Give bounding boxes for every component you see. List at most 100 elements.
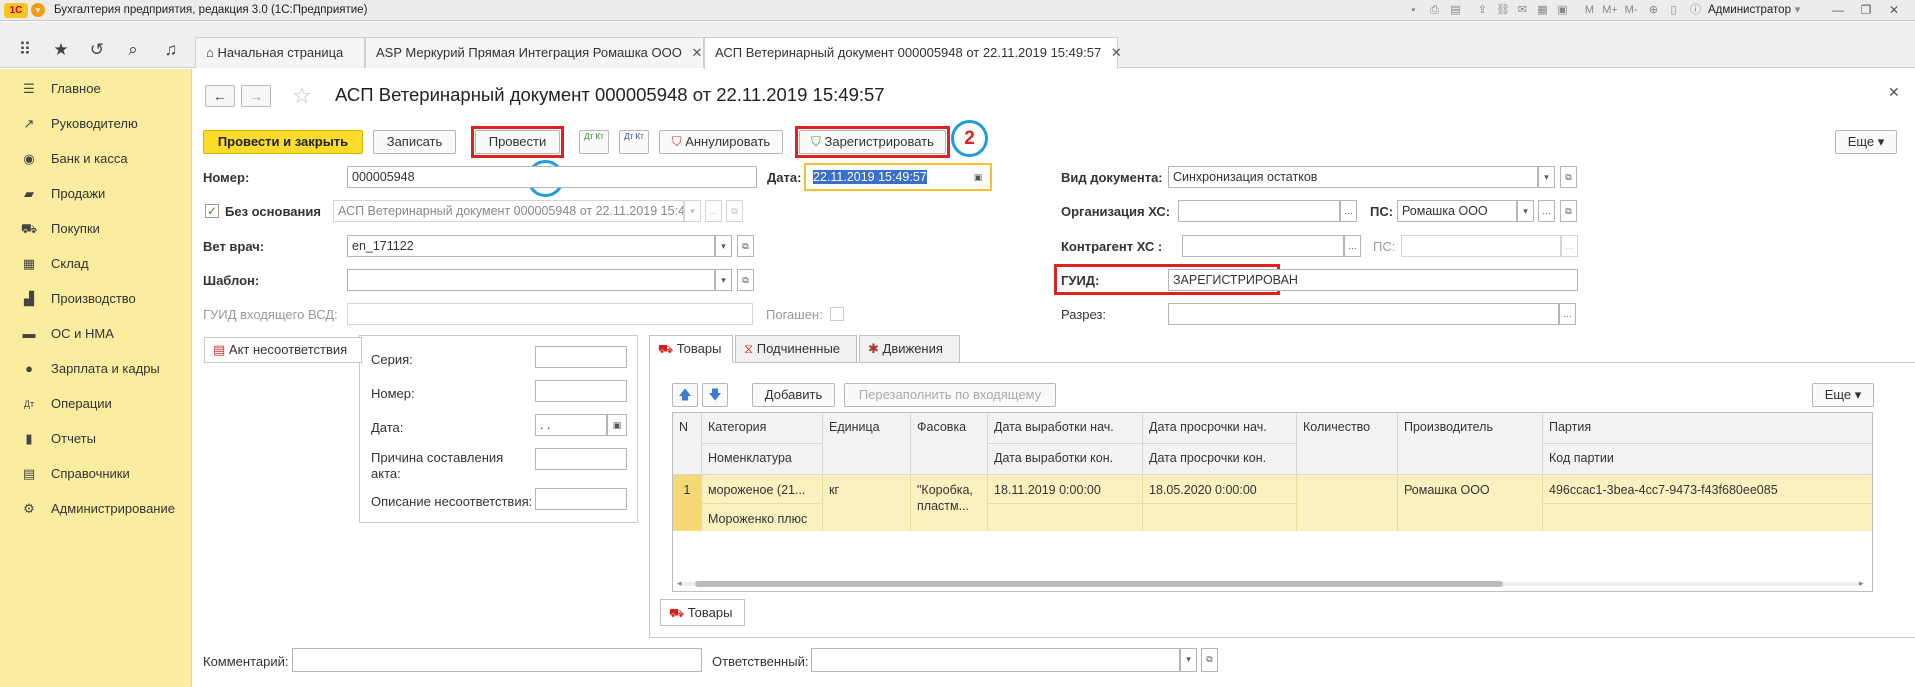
- zoom-icon[interactable]: ⊕: [1647, 4, 1660, 17]
- sidebar-item-sales[interactable]: ▰ Продажи: [0, 177, 192, 212]
- search-icon[interactable]: ⌕: [122, 39, 144, 61]
- calendar-icon[interactable]: ▣: [968, 166, 988, 188]
- scroll-left-icon[interactable]: ◂: [677, 578, 682, 589]
- add-button[interactable]: Добавить: [752, 383, 835, 407]
- info-icon[interactable]: ⓘ: [1689, 4, 1702, 17]
- notifications-bell-icon[interactable]: ♫: [160, 39, 182, 61]
- doc-type-dropdown-icon[interactable]: ▾: [1538, 166, 1555, 188]
- sidebar-item-operations[interactable]: Дт Операции: [0, 387, 192, 422]
- tab-home[interactable]: ⌂ Начальная страница: [195, 37, 365, 68]
- sidebar-item-directories[interactable]: ▤ Справочники: [0, 457, 192, 492]
- annul-button[interactable]: ⛉ Аннулировать: [659, 130, 783, 154]
- comment-field[interactable]: [292, 648, 702, 672]
- template-dropdown-icon[interactable]: ▾: [715, 269, 732, 291]
- org-select-icon[interactable]: …: [1340, 200, 1357, 222]
- preview-icon[interactable]: ▤: [1449, 4, 1462, 17]
- post-and-close-button[interactable]: Провести и закрыть: [203, 130, 363, 154]
- tab-mercury-integration[interactable]: ASP Меркурий Прямая Интеграция Ромашка О…: [365, 37, 704, 68]
- column-header-quantity[interactable]: Количество: [1297, 413, 1398, 475]
- more-button[interactable]: Еще ▾: [1835, 130, 1897, 154]
- ps-open-icon[interactable]: ⧉: [1560, 200, 1577, 222]
- act-panel-header[interactable]: ▤ Акт несоответствия: [204, 337, 362, 363]
- sidebar-item-payroll[interactable]: ● Зарплата и кадры: [0, 352, 192, 387]
- column-header-unit[interactable]: Единица: [823, 413, 911, 475]
- table-cell-nomenclature[interactable]: Мороженко плюс: [702, 503, 823, 531]
- favorites-star-icon[interactable]: ★: [50, 39, 72, 61]
- guid-field[interactable]: ЗАРЕГИСТРИРОВАН: [1168, 269, 1578, 291]
- move-up-button[interactable]: 🡅: [672, 383, 698, 407]
- sidebar-item-main[interactable]: ☰ Главное: [0, 72, 192, 107]
- settings-dropdown-icon[interactable]: ▾: [1791, 4, 1804, 17]
- close-form-icon[interactable]: ✕: [1888, 84, 1900, 101]
- tab-goods[interactable]: ⛟ Товары: [649, 335, 733, 363]
- sidebar-item-fixed-assets[interactable]: ▬ ОС и НМА: [0, 317, 192, 352]
- table-cell-exp-end[interactable]: [1143, 503, 1297, 531]
- sidebar-item-production[interactable]: ▟ Производство: [0, 282, 192, 317]
- sidebar-item-bank[interactable]: ◉ Банк и касса: [0, 142, 192, 177]
- refill-button[interactable]: Перезаполнить по входящему: [844, 383, 1056, 407]
- act-calendar-icon[interactable]: ▣: [607, 414, 627, 436]
- table-cell-prod-start[interactable]: 18.11.2019 0:00:00: [988, 475, 1143, 503]
- column-header-n[interactable]: N: [673, 413, 702, 475]
- register-button[interactable]: ⛉ Зарегистрировать: [799, 130, 946, 154]
- scrollbar-thumb[interactable]: [695, 581, 1503, 587]
- sidebar-item-purchases[interactable]: ⛟ Покупки: [0, 212, 192, 247]
- main-menu-button[interactable]: ▾: [31, 3, 45, 17]
- doc-type-field[interactable]: Синхронизация остатков: [1168, 166, 1538, 188]
- column-header-exp-start[interactable]: Дата просрочки нач.: [1143, 413, 1297, 444]
- dt-kt-list-button[interactable]: Дт Кт: [619, 130, 649, 154]
- doc-type-open-icon[interactable]: ⧉: [1560, 166, 1577, 188]
- table-cell-batch[interactable]: 496ccac1-3bea-4cc7-9473-f43f680ee085: [1543, 475, 1872, 503]
- tab-vet-document[interactable]: АСП Ветеринарный документ 000005948 от 2…: [704, 37, 1122, 69]
- sidebar-item-manager[interactable]: ↗ Руководителю: [0, 107, 192, 142]
- section-field[interactable]: [1168, 303, 1559, 325]
- sidebar-item-reports[interactable]: ▮ Отчеты: [0, 422, 192, 457]
- column-header-prod-start[interactable]: Дата выработки нач.: [988, 413, 1143, 444]
- scroll-right-icon[interactable]: ▸: [1859, 578, 1864, 589]
- column-header-batch-code[interactable]: Код партии: [1543, 444, 1872, 475]
- minimize-button[interactable]: —: [1830, 3, 1846, 18]
- tab-movements[interactable]: ✱ Движения: [859, 335, 960, 363]
- vet-open-icon[interactable]: ⧉: [737, 235, 754, 257]
- mail-icon[interactable]: ✉: [1516, 4, 1529, 17]
- panel-icon[interactable]: ▯: [1667, 4, 1680, 17]
- vet-dropdown-icon[interactable]: ▾: [715, 235, 732, 257]
- save-button[interactable]: Записать: [373, 130, 456, 154]
- move-down-button[interactable]: 🡇: [702, 383, 728, 407]
- forward-button[interactable]: →: [241, 85, 271, 107]
- column-header-producer[interactable]: Производитель: [1398, 413, 1543, 475]
- column-header-exp-end[interactable]: Дата просрочки кон.: [1143, 444, 1297, 475]
- act-description-field[interactable]: [535, 488, 627, 510]
- close-tab-icon[interactable]: ✕: [1111, 45, 1122, 60]
- memory-m-button[interactable]: M: [1583, 4, 1596, 17]
- table-cell-quantity[interactable]: [1297, 475, 1398, 531]
- user-name[interactable]: Администратор: [1708, 4, 1791, 16]
- print-icon[interactable]: ⎙: [1428, 4, 1441, 17]
- table-cell-exp-start[interactable]: 18.05.2020 0:00:00: [1143, 475, 1297, 503]
- calendar-icon[interactable]: ▣: [1556, 4, 1569, 17]
- no-basis-checkbox[interactable]: ✓: [205, 204, 219, 218]
- table-cell-packing[interactable]: "Коробка, пластм...: [911, 475, 988, 531]
- link-icon[interactable]: ⛓: [1496, 4, 1510, 17]
- calculator-icon[interactable]: ▦: [1536, 4, 1549, 17]
- back-button[interactable]: ←: [205, 85, 235, 107]
- number-field[interactable]: 000005948: [347, 166, 757, 188]
- upload-icon[interactable]: ⇪: [1476, 4, 1489, 17]
- act-number-field[interactable]: [535, 380, 627, 402]
- table-cell-prod-end[interactable]: [988, 503, 1143, 531]
- table-cell-producer[interactable]: Ромашка ООО: [1398, 475, 1543, 531]
- column-header-batch[interactable]: Партия: [1543, 413, 1872, 444]
- act-series-field[interactable]: [535, 346, 627, 368]
- template-open-icon[interactable]: ⧉: [737, 269, 754, 291]
- column-header-packing[interactable]: Фасовка: [911, 413, 988, 475]
- history-icon[interactable]: ↺: [86, 39, 108, 61]
- vet-field[interactable]: en_171122: [347, 235, 715, 257]
- section-select-icon[interactable]: …: [1559, 303, 1576, 325]
- memory-plus-button[interactable]: M+: [1601, 4, 1619, 17]
- favorite-star-icon[interactable]: ☆: [292, 83, 312, 109]
- contractor-field[interactable]: [1182, 235, 1344, 257]
- column-header-prod-end[interactable]: Дата выработки кон.: [988, 444, 1143, 475]
- contractor-select-icon[interactable]: …: [1344, 235, 1361, 257]
- act-date-field[interactable]: . .: [535, 414, 607, 436]
- ps-select-icon[interactable]: …: [1538, 200, 1555, 222]
